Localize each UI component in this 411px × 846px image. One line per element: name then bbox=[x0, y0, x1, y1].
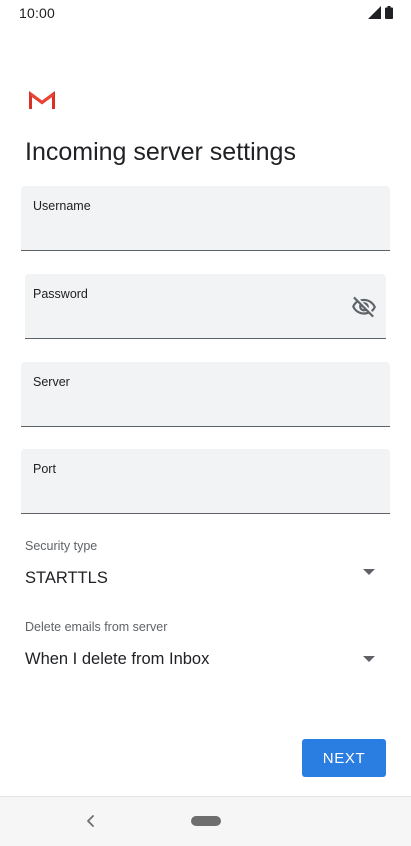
password-field[interactable]: Password bbox=[25, 274, 386, 339]
next-button[interactable]: NEXT bbox=[302, 739, 386, 777]
server-field[interactable]: Server bbox=[21, 362, 390, 427]
security-type-dropdown[interactable]: STARTTLS bbox=[21, 556, 389, 600]
status-bar: 10:00 bbox=[0, 0, 411, 26]
back-icon[interactable] bbox=[85, 814, 97, 828]
status-time: 10:00 bbox=[19, 5, 56, 21]
security-type-value: STARTTLS bbox=[25, 569, 108, 587]
system-nav-bar bbox=[0, 796, 411, 846]
username-field[interactable]: Username bbox=[21, 186, 390, 251]
delete-emails-label: Delete emails from server bbox=[25, 620, 168, 634]
home-pill-icon[interactable] bbox=[191, 816, 221, 826]
server-input[interactable] bbox=[33, 396, 344, 418]
dropdown-arrow-icon bbox=[363, 569, 375, 575]
status-icons bbox=[368, 6, 393, 19]
battery-icon bbox=[385, 6, 393, 19]
gmail-logo bbox=[29, 91, 55, 109]
port-label: Port bbox=[33, 462, 56, 476]
port-field[interactable]: Port bbox=[21, 449, 390, 514]
port-input[interactable] bbox=[33, 483, 344, 505]
password-label: Password bbox=[33, 287, 88, 301]
username-input[interactable] bbox=[33, 220, 344, 242]
signal-icon bbox=[368, 6, 381, 19]
password-input[interactable] bbox=[33, 308, 340, 330]
security-type-label: Security type bbox=[25, 539, 98, 553]
visibility-off-icon[interactable] bbox=[351, 294, 377, 320]
page-title: Incoming server settings bbox=[25, 138, 296, 166]
server-label: Server bbox=[33, 375, 70, 389]
dropdown-arrow-icon bbox=[363, 656, 375, 662]
username-label: Username bbox=[33, 199, 91, 213]
delete-emails-value: When I delete from Inbox bbox=[25, 650, 210, 668]
delete-emails-dropdown[interactable]: When I delete from Inbox bbox=[21, 637, 389, 681]
